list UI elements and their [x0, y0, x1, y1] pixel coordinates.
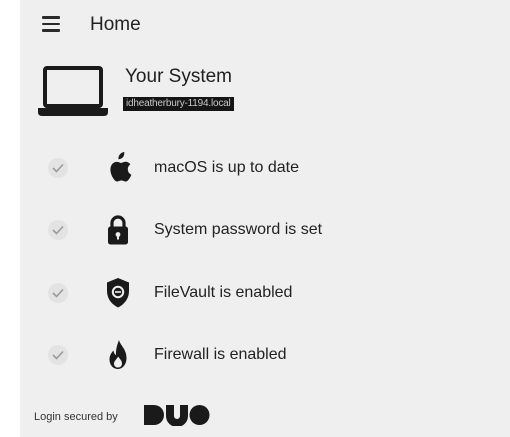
checkmark-icon: [48, 283, 68, 303]
system-title: Your System: [125, 66, 233, 87]
check-label: macOS is up to date: [154, 159, 299, 176]
laptop-icon: [38, 66, 108, 116]
footer: Login secured by: [20, 400, 510, 430]
check-label: FileVault is enabled: [154, 284, 293, 301]
page-title: Home: [90, 14, 141, 35]
checkmark-icon: [48, 158, 68, 178]
check-row-os-update: macOS is up to date: [20, 143, 510, 193]
duo-logo: [144, 405, 210, 426]
system-summary: Your System idheatherbury-1194.local: [20, 60, 510, 130]
filevault-shield-icon: [107, 278, 129, 308]
check-label: Firewall is enabled: [154, 346, 287, 363]
apple-icon: [110, 152, 132, 182]
lock-icon: [108, 215, 128, 245]
top-bar: Home: [20, 0, 510, 52]
flame-icon: [109, 340, 127, 369]
check-label: System password is set: [154, 221, 323, 238]
footer-text: Login secured by: [34, 411, 118, 423]
device-health-panel: Home Your System idheatherbury-1194.loca…: [20, 0, 510, 437]
check-row-filevault: FileVault is enabled: [20, 268, 510, 318]
checkmark-icon: [48, 220, 68, 240]
hamburger-menu-icon[interactable]: [42, 16, 60, 32]
checkmark-icon: [48, 345, 68, 365]
check-row-password: System password is set: [20, 205, 510, 255]
check-row-firewall: Firewall is enabled: [20, 330, 510, 380]
hostname: idheatherbury-1194.local: [123, 97, 234, 111]
